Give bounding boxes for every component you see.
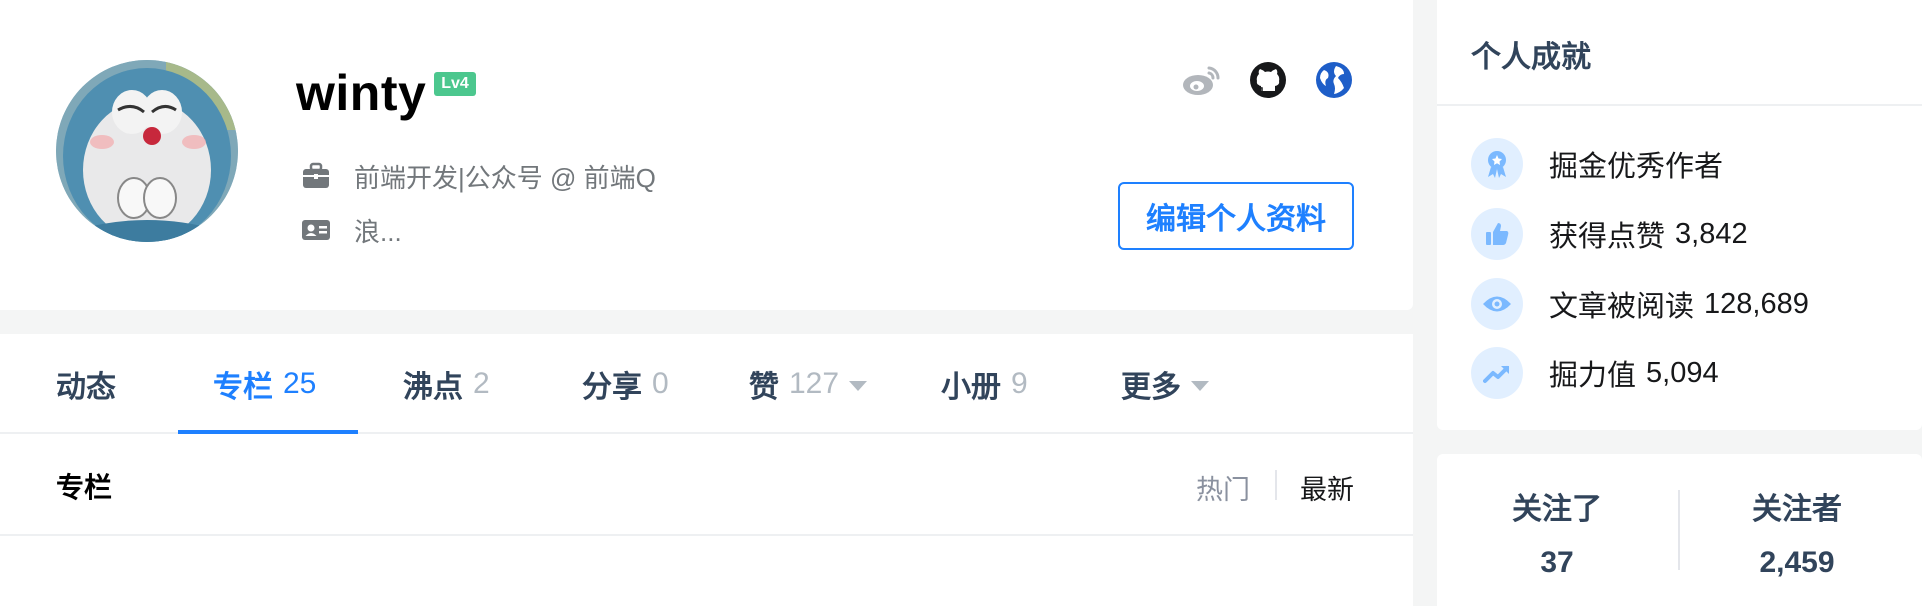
following-link[interactable]: 关注了 37	[1437, 484, 1677, 580]
tab-activity[interactable]: 动态	[56, 334, 116, 434]
job-row: 前端开发|公众号 @ 前端Q	[300, 158, 656, 194]
profile-tabs: 动态 专栏 25 沸点 2 分享 0 赞 127 小册 9 更多	[0, 334, 1413, 434]
avatar-image	[56, 60, 238, 242]
active-tab-indicator	[178, 430, 358, 434]
globe-icon[interactable]	[1314, 60, 1354, 100]
following-label: 关注了	[1512, 493, 1602, 526]
achievement-label: 获得点赞	[1549, 221, 1666, 253]
sort-divider	[1275, 470, 1277, 500]
level-badge: Lv4	[434, 72, 476, 96]
section-header: 专栏 热门 最新	[0, 436, 1413, 536]
followers-label: 关注者	[1752, 493, 1842, 526]
achievement-label: 掘力值	[1549, 360, 1637, 392]
tab-label: 小册	[941, 371, 1001, 404]
achievement-label: 文章被阅读	[1549, 291, 1695, 323]
chevron-down-icon	[849, 381, 868, 391]
divider	[1437, 104, 1922, 106]
followers-count: 2,459	[1759, 546, 1835, 579]
following-count: 37	[1540, 546, 1574, 579]
tab-label: 专栏	[213, 371, 273, 404]
tab-label: 分享	[582, 371, 642, 404]
tabs-card: 动态 专栏 25 沸点 2 分享 0 赞 127 小册 9 更多 专栏 热门 最…	[0, 334, 1413, 606]
tab-count: 127	[789, 367, 840, 400]
tab-count: 9	[1011, 367, 1028, 400]
avatar[interactable]	[56, 60, 238, 242]
achievement-label: 掘金优秀作者	[1549, 151, 1724, 183]
sort-hot-button[interactable]: 热门	[1196, 468, 1250, 507]
achievement-value: 5,094	[1646, 356, 1719, 389]
section-title: 专栏	[56, 472, 113, 503]
tab-label: 赞	[749, 371, 779, 404]
main-column: winty Lv4 前端开发|公众号 @ 前端Q 浪... 编辑个人资料 动态 …	[0, 0, 1413, 606]
tab-more[interactable]: 更多	[1121, 334, 1209, 434]
trend-icon	[1471, 347, 1523, 399]
tab-label: 更多	[1121, 371, 1181, 404]
followers-link[interactable]: 关注者 2,459	[1677, 484, 1917, 580]
username: winty	[296, 65, 427, 121]
github-icon[interactable]	[1248, 60, 1288, 100]
tab-count: 25	[283, 367, 317, 400]
intro-text[interactable]: 浪...	[354, 212, 402, 249]
briefcase-icon	[300, 160, 332, 192]
job-text: 前端开发|公众号 @ 前端Q	[354, 162, 656, 193]
id-card-icon	[300, 214, 332, 246]
profile-card: winty Lv4 前端开发|公众号 @ 前端Q 浪... 编辑个人资料	[0, 0, 1413, 310]
medal-icon	[1471, 138, 1523, 190]
achievements-card: 个人成就 掘金优秀作者 获得点赞 3,842 文章被阅读 128,689 掘力值…	[1437, 0, 1922, 430]
achievement-value: 3,842	[1675, 217, 1748, 250]
chevron-down-icon	[1191, 381, 1209, 391]
achievement-item: 文章被阅读 128,689	[1471, 278, 1809, 330]
sort-new-button[interactable]: 最新	[1300, 468, 1354, 507]
follow-card: 关注了 37 关注者 2,459	[1437, 454, 1922, 606]
tab-pins[interactable]: 沸点 2	[403, 334, 490, 434]
achievement-item: 掘金优秀作者	[1471, 138, 1723, 190]
tab-share[interactable]: 分享 0	[582, 334, 669, 434]
achievement-item: 掘力值 5,094	[1471, 347, 1719, 399]
tab-label: 沸点	[403, 371, 463, 404]
achievement-item: 获得点赞 3,842	[1471, 208, 1748, 260]
tab-likes[interactable]: 赞 127	[749, 334, 868, 434]
weibo-icon[interactable]	[1181, 60, 1221, 100]
intro-row: 浪...	[300, 212, 402, 248]
achievements-title: 个人成就	[1471, 41, 1591, 74]
tab-label: 动态	[56, 371, 116, 404]
sidebar: 个人成就 掘金优秀作者 获得点赞 3,842 文章被阅读 128,689 掘力值…	[1437, 0, 1922, 606]
tab-count: 0	[652, 367, 669, 400]
eye-icon	[1471, 278, 1523, 330]
tab-column[interactable]: 专栏 25	[213, 334, 316, 434]
achievement-value: 128,689	[1704, 287, 1809, 320]
tab-count: 2	[473, 367, 490, 400]
tab-books[interactable]: 小册 9	[941, 334, 1028, 434]
edit-profile-button[interactable]: 编辑个人资料	[1118, 182, 1354, 250]
thumbs-up-icon	[1471, 208, 1523, 260]
